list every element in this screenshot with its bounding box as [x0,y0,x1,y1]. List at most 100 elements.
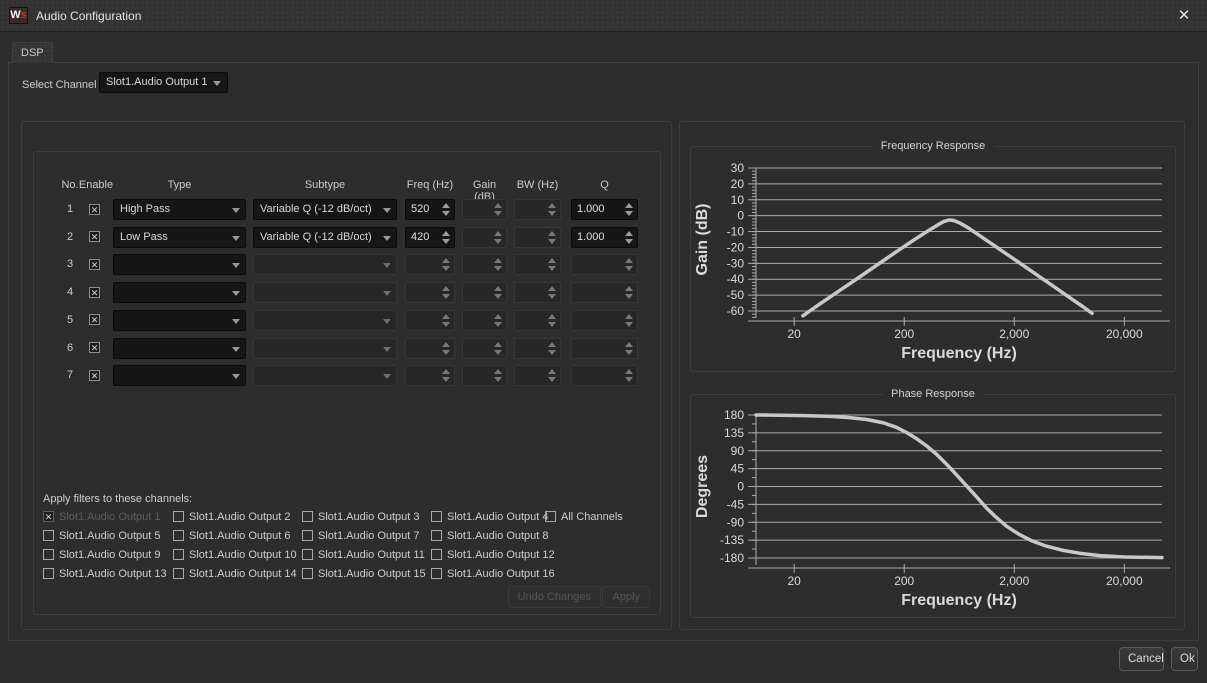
column-header-type: Type [113,179,246,191]
channel-checkbox[interactable] [431,549,442,560]
spinner-up-icon[interactable] [625,203,633,208]
channel-label: Slot1.Audio Output 15 [318,568,426,580]
channel-checkbox[interactable] [302,568,313,579]
spinner-down-icon [442,377,450,382]
type-select-row-3[interactable] [113,254,246,275]
enable-checkbox-row-2[interactable]: ✕ [89,231,100,242]
q-input-row-2[interactable]: 1.000 [571,227,638,248]
channel-checkbox[interactable] [431,568,442,579]
enable-checkbox-row-3[interactable]: ✕ [89,259,100,270]
apply-button[interactable]: Apply [602,586,650,608]
channel-checkbox[interactable] [43,530,54,541]
ok-button[interactable]: Ok [1171,647,1198,671]
tab-dsp[interactable]: DSP [12,42,53,63]
svg-text:-45: -45 [727,497,745,511]
enable-checkbox-row-5[interactable]: ✕ [89,314,100,325]
channel-label: Slot1.Audio Output 1 [59,511,161,523]
row-number: 6 [58,338,82,359]
logo-letter-s: s [21,9,27,21]
q-input-row-2-value: 1.000 [577,231,605,243]
channel-label: Slot1.Audio Output 14 [189,568,297,580]
channel-checkbox[interactable] [43,568,54,579]
q-input-row-1[interactable]: 1.000 [571,199,638,220]
channel-checkbox[interactable] [43,549,54,560]
freq-input-row-1[interactable]: 520 [405,199,455,220]
spinner-down-icon [442,350,450,355]
enable-checkbox-row-4[interactable]: ✕ [89,287,100,298]
svg-text:20: 20 [787,327,801,341]
gain-input-row-2-spin-buttons [492,228,504,247]
filter-row-6: 6✕ [34,338,662,359]
spinner-up-icon[interactable] [442,231,450,236]
spinner-down-icon[interactable] [442,211,450,216]
type-select-row-4[interactable] [113,282,246,303]
chevron-down-icon [383,263,391,268]
q-input-row-3-spin-buttons [623,255,635,274]
chevron-down-icon [383,236,391,241]
spinner-up-icon[interactable] [442,203,450,208]
bw-input-row-3-spin-buttons [546,255,558,274]
channel-select[interactable]: Slot1.Audio Output 1 [99,72,228,93]
enable-checkbox-row-6[interactable]: ✕ [89,342,100,353]
close-icon[interactable]: ✕ [1174,7,1194,27]
bw-input-row-4 [514,282,561,303]
channel-label: Slot1.Audio Output 3 [318,511,420,523]
spinner-down-icon[interactable] [625,239,633,244]
apply-filters-label: Apply filters to these channels: [43,493,192,505]
cancel-button[interactable]: Cancel [1119,647,1164,671]
channel-checkbox[interactable] [302,530,313,541]
type-select-row-5[interactable] [113,310,246,331]
gain-input-row-2 [462,227,507,248]
spinner-up-icon [494,286,502,291]
channel-label: Slot1.Audio Output 2 [189,511,291,523]
type-select-row-1[interactable]: High Pass [113,199,246,220]
q-input-row-3 [571,254,638,275]
channel-checkbox[interactable] [431,511,442,522]
channel-checkbox[interactable] [173,568,184,579]
chevron-down-icon [383,319,391,324]
gain-input-row-7-spin-buttons [492,366,504,385]
channel-checkbox[interactable] [173,549,184,560]
spinner-down-icon[interactable] [442,239,450,244]
type-select-row-2[interactable]: Low Pass [113,227,246,248]
phase-response-chart: 18013590450-45-90-135-180202002,00020,00… [691,395,1175,617]
svg-text:-20: -20 [727,240,745,254]
channel-checkbox[interactable] [302,511,313,522]
subtype-select-row-4 [253,282,397,303]
gain-input-row-7 [462,365,507,386]
spinner-up-icon [625,286,633,291]
subtype-select-row-2[interactable]: Variable Q (-12 dB/oct) [253,227,397,248]
channel-checkbox[interactable] [173,530,184,541]
freq-input-row-6-spin-buttons [440,339,452,358]
channel-checkbox[interactable] [173,511,184,522]
column-header-freq-hz: Freq (Hz) [405,179,455,191]
chevron-down-icon [232,263,240,268]
freq-input-row-1-value: 520 [411,203,429,215]
column-header-q: Q [571,179,638,191]
undo-changes-button[interactable]: Undo Changes [508,586,601,608]
svg-text:30: 30 [731,161,745,175]
channel-checkbox[interactable] [545,511,556,522]
svg-text:Gain (dB): Gain (dB) [694,204,711,276]
svg-text:20: 20 [731,177,745,191]
spinner-up-icon[interactable] [625,231,633,236]
spinner-down-icon[interactable] [625,211,633,216]
subtype-select-row-1[interactable]: Variable Q (-12 dB/oct) [253,199,397,220]
spinner-down-icon [494,294,502,299]
row-number: 2 [58,227,82,248]
filter-row-5: 5✕ [34,310,662,331]
enable-checkbox-row-1[interactable]: ✕ [89,204,100,215]
audio-configuration-dialog: Ws Audio Configuration ✕ DSP Select Chan… [0,0,1207,683]
spinner-up-icon [442,369,450,374]
bw-input-row-6-spin-buttons [546,339,558,358]
enable-checkbox-row-7[interactable]: ✕ [89,370,100,381]
q-input-row-5 [571,310,638,331]
type-select-row-7[interactable] [113,365,246,386]
svg-text:10: 10 [731,193,745,207]
channel-checkbox[interactable] [431,530,442,541]
spinner-up-icon [494,231,502,236]
bw-input-row-7-spin-buttons [546,366,558,385]
channel-checkbox[interactable] [302,549,313,560]
type-select-row-6[interactable] [113,338,246,359]
freq-input-row-2[interactable]: 420 [405,227,455,248]
